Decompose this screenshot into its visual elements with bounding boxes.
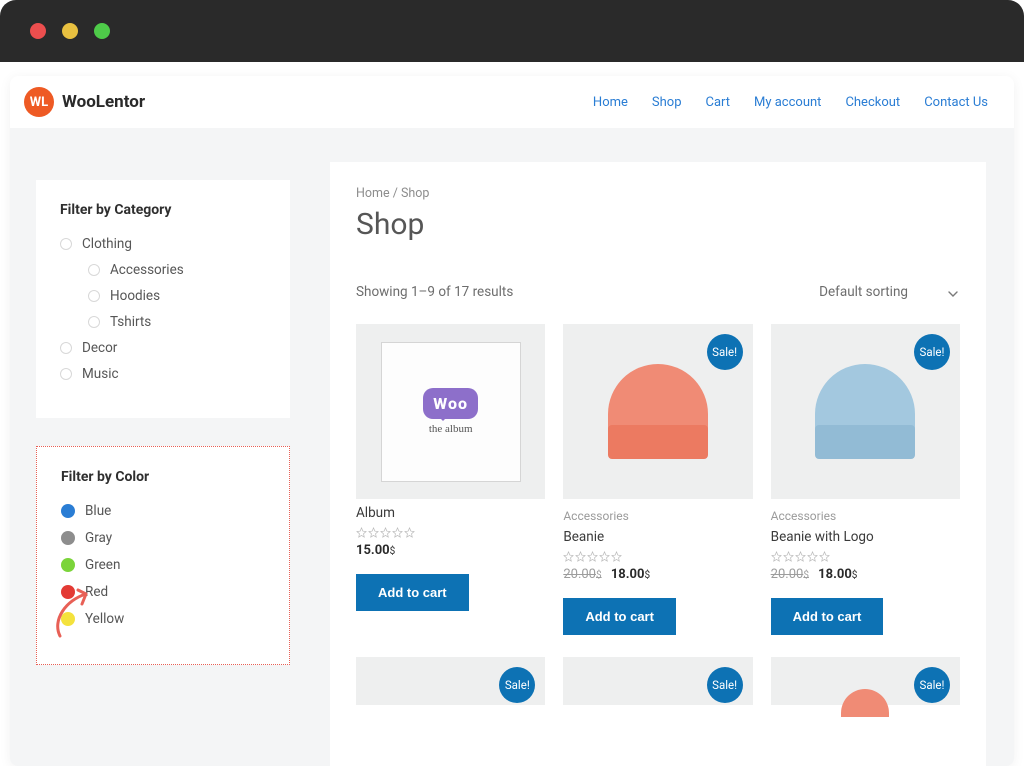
- product-card[interactable]: Sale!: [356, 657, 545, 705]
- nav-item-home[interactable]: Home: [593, 95, 628, 110]
- product-card[interactable]: Sale! Accessories Beanie with Logo: [771, 324, 960, 635]
- nav-item-cart[interactable]: Cart: [706, 95, 731, 110]
- brand-mark-icon: WL: [24, 87, 54, 117]
- rating-stars: [356, 527, 545, 538]
- nav-item-contact[interactable]: Contact Us: [924, 95, 988, 110]
- product-card[interactable]: Sale!: [563, 657, 752, 705]
- product-card[interactable]: Sale!: [771, 657, 960, 705]
- brand-logo[interactable]: WL WooLentor: [24, 87, 145, 117]
- annotation-arrow-icon: [48, 584, 94, 644]
- add-to-cart-button[interactable]: Add to cart: [563, 598, 676, 635]
- radio-icon: [60, 342, 72, 354]
- product-category: Accessories: [563, 509, 752, 523]
- product-name: Album: [356, 505, 545, 521]
- page-title: Shop: [356, 207, 960, 242]
- shop-content: Home / Shop Shop Showing 1–9 of 17 resul…: [330, 162, 986, 766]
- sale-badge: Sale!: [499, 667, 535, 703]
- breadcrumb[interactable]: Home / Shop: [356, 186, 960, 201]
- swatch-icon: [61, 558, 75, 572]
- filter-color-title: Filter by Color: [61, 469, 265, 485]
- product-price: 15.00$: [356, 543, 545, 558]
- color-option-gray[interactable]: Gray: [61, 530, 265, 546]
- swatch-icon: [61, 531, 75, 545]
- sale-badge: Sale!: [707, 667, 743, 703]
- chevron-down-icon: [948, 287, 958, 297]
- radio-icon: [88, 264, 100, 276]
- window-minimize-icon[interactable]: [62, 23, 78, 39]
- product-name: Beanie: [563, 529, 752, 545]
- product-price: 20.00$ 18.00$: [563, 567, 752, 582]
- radio-icon: [60, 368, 72, 380]
- result-count: Showing 1–9 of 17 results: [356, 284, 513, 300]
- nav-item-shop[interactable]: Shop: [652, 95, 682, 110]
- main-menu: Home Shop Cart My account Checkout Conta…: [593, 95, 988, 110]
- top-nav: WL WooLentor Home Shop Cart My account C…: [10, 76, 1014, 128]
- sort-select[interactable]: Default sorting: [817, 278, 960, 306]
- sale-badge: Sale!: [707, 334, 743, 370]
- filter-category-title: Filter by Category: [60, 202, 266, 218]
- sort-selected-label: Default sorting: [819, 284, 908, 300]
- nav-item-myaccount[interactable]: My account: [754, 95, 821, 110]
- product-card[interactable]: Sale! Accessories Beanie 20.: [563, 324, 752, 635]
- album-art-icon: Woo the album: [381, 342, 521, 482]
- window-maximize-icon[interactable]: [94, 23, 110, 39]
- nav-item-checkout[interactable]: Checkout: [845, 95, 900, 110]
- product-card[interactable]: Woo the album Album: [356, 324, 545, 635]
- sale-badge: Sale!: [914, 667, 950, 703]
- brand-name: WooLentor: [62, 92, 145, 112]
- product-name: Beanie with Logo: [771, 529, 960, 545]
- browser-titlebar: [0, 0, 1024, 62]
- category-option-hoodies[interactable]: Hoodies: [88, 288, 266, 304]
- radio-icon: [88, 316, 100, 328]
- product-category: Accessories: [771, 509, 960, 523]
- product-price: 20.00$ 18.00$: [771, 567, 960, 582]
- product-thumb: Woo the album: [356, 324, 545, 499]
- radio-icon: [88, 290, 100, 302]
- swatch-icon: [61, 504, 75, 518]
- category-option-music[interactable]: Music: [60, 366, 266, 382]
- add-to-cart-button[interactable]: Add to cart: [356, 574, 469, 611]
- category-option-accessories[interactable]: Accessories: [88, 262, 266, 278]
- beanie-icon: [608, 364, 708, 459]
- product-thumb: Sale!: [771, 324, 960, 499]
- add-to-cart-button[interactable]: Add to cart: [771, 598, 884, 635]
- filter-category-widget: Filter by Category Clothing Accessories …: [36, 180, 290, 418]
- beanie-icon: [815, 364, 915, 459]
- product-thumb: Sale!: [563, 324, 752, 499]
- sale-badge: Sale!: [914, 334, 950, 370]
- color-option-green[interactable]: Green: [61, 557, 265, 573]
- viewport: WL WooLentor Home Shop Cart My account C…: [10, 76, 1014, 766]
- category-option-tshirts[interactable]: Tshirts: [88, 314, 266, 330]
- radio-icon: [60, 238, 72, 250]
- window-close-icon[interactable]: [30, 23, 46, 39]
- color-option-blue[interactable]: Blue: [61, 503, 265, 519]
- category-option-decor[interactable]: Decor: [60, 340, 266, 356]
- category-option-clothing[interactable]: Clothing: [60, 236, 266, 252]
- rating-stars: [771, 551, 960, 562]
- rating-stars: [563, 551, 752, 562]
